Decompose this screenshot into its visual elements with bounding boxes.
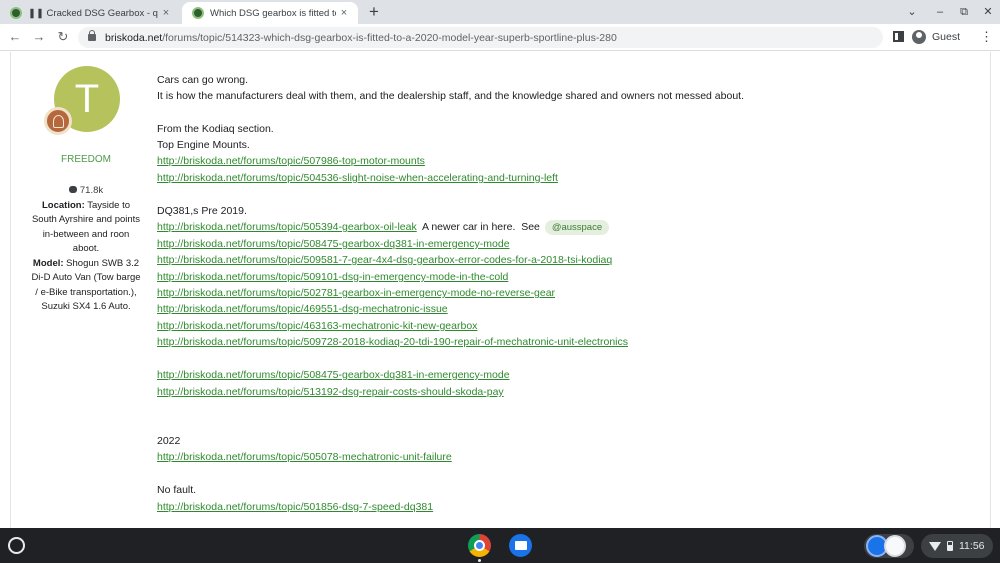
reload-button[interactable]: ↻: [54, 28, 72, 46]
new-tab-button[interactable]: +: [364, 2, 384, 22]
topic-link[interactable]: http://briskoda.net/forums/topic/502781-…: [157, 287, 555, 299]
topic-link[interactable]: http://briskoda.net/forums/topic/509581-…: [157, 254, 612, 266]
browser-toolbar: ← → ↻ briskoda.net /forums/topic/514323-…: [0, 24, 1000, 51]
chrome-app-icon[interactable]: [468, 534, 491, 557]
close-icon[interactable]: ×: [158, 7, 174, 19]
status-tray[interactable]: 11:56: [921, 534, 993, 558]
briskoda-favicon-icon: [192, 7, 204, 19]
post-count: 71.8k: [79, 185, 104, 196]
screenshot-icon: [884, 535, 906, 557]
wifi-icon: [929, 541, 941, 551]
battery-icon: [947, 541, 953, 551]
topic-link[interactable]: http://briskoda.net/forums/topic/505394-…: [157, 221, 417, 233]
person-icon: [912, 30, 926, 44]
minimize-button[interactable]: –: [928, 3, 952, 21]
topic-link[interactable]: http://briskoda.net/forums/topic/508475-…: [157, 369, 510, 381]
address-bar[interactable]: briskoda.net /forums/topic/514323-which-…: [78, 27, 883, 48]
topic-link[interactable]: http://briskoda.net/forums/topic/508475-…: [157, 238, 510, 250]
close-icon[interactable]: ×: [336, 7, 352, 19]
post-text: No fault.: [157, 484, 197, 496]
topic-link[interactable]: http://briskoda.net/forums/topic/504536-…: [157, 172, 558, 184]
topic-link[interactable]: http://briskoda.net/forums/topic/469551-…: [157, 303, 448, 315]
post-text: From the Kodiaq section.: [157, 123, 274, 135]
url-path: /forums/topic/514323-which-dsg-gearbox-i…: [162, 31, 617, 44]
comment-bubble-icon: [68, 186, 77, 193]
running-indicator: [478, 559, 481, 562]
clock: 11:56: [959, 540, 985, 552]
post-text: A newer car in here. See: [416, 221, 543, 233]
back-button[interactable]: ←: [6, 28, 24, 46]
post-text: DQ381,s Pre 2019.: [157, 205, 247, 217]
model-label: Model:: [32, 257, 64, 269]
files-app-icon[interactable]: [509, 534, 532, 557]
topic-link[interactable]: http://briskoda.net/forums/topic/513192-…: [157, 386, 504, 398]
tab-search-button[interactable]: ⌄: [900, 3, 924, 21]
browser-menu-button[interactable]: ⋮: [980, 29, 993, 45]
tab-cracked-dsg[interactable]: ❚❚ Cracked DSG Gearbox - quote ×: [0, 2, 180, 24]
user-group: FREEDOM: [61, 154, 111, 165]
post-text: Cars can go wrong.: [157, 74, 249, 86]
topic-link[interactable]: http://briskoda.net/forums/topic/509728-…: [157, 336, 628, 348]
briskoda-favicon-icon: [10, 7, 22, 19]
lock-icon: [88, 30, 96, 41]
close-window-button[interactable]: ✕: [976, 3, 1000, 21]
topic-link[interactable]: http://briskoda.net/forums/topic/501856-…: [157, 501, 433, 513]
tab-title: ❚❚ Cracked DSG Gearbox - quote: [28, 7, 158, 19]
system-shelf: 11:56: [0, 528, 1000, 563]
profile-label: Guest: [932, 31, 961, 43]
profile-button[interactable]: Guest: [912, 27, 960, 47]
tab-strip: ❚❚ Cracked DSG Gearbox - quote × Which D…: [0, 0, 1000, 24]
author-stats: 71.8k Location: Tayside to South Ayrshir…: [30, 184, 142, 315]
launcher-icon[interactable]: [8, 537, 25, 554]
url-host: briskoda.net: [105, 31, 163, 44]
tab-which-dsg[interactable]: Which DSG gearbox is fitted to a ×: [182, 2, 358, 24]
forward-button[interactable]: →: [30, 28, 48, 46]
user-mention[interactable]: @ausspace: [544, 220, 610, 235]
restore-button[interactable]: ⧉: [952, 3, 976, 21]
post-text: It is how the manufacturers deal with th…: [157, 90, 744, 102]
side-panel-icon[interactable]: [893, 31, 904, 42]
page-viewport: T FREEDOM 71.8k Location: Tayside to Sou…: [0, 52, 1000, 528]
topic-link[interactable]: http://briskoda.net/forums/topic/463163-…: [157, 320, 477, 332]
topic-link[interactable]: http://briskoda.net/forums/topic/509101-…: [157, 271, 508, 283]
location-label: Location:: [42, 199, 85, 211]
rank-badge-icon: [44, 107, 72, 135]
post-text: Top Engine Mounts.: [157, 139, 250, 151]
tab-title: Which DSG gearbox is fitted to a: [210, 7, 336, 19]
topic-link[interactable]: http://briskoda.net/forums/topic/507986-…: [157, 155, 425, 167]
topic-link[interactable]: http://briskoda.net/forums/topic/505078-…: [157, 451, 452, 463]
post-text: 2022: [157, 435, 181, 447]
